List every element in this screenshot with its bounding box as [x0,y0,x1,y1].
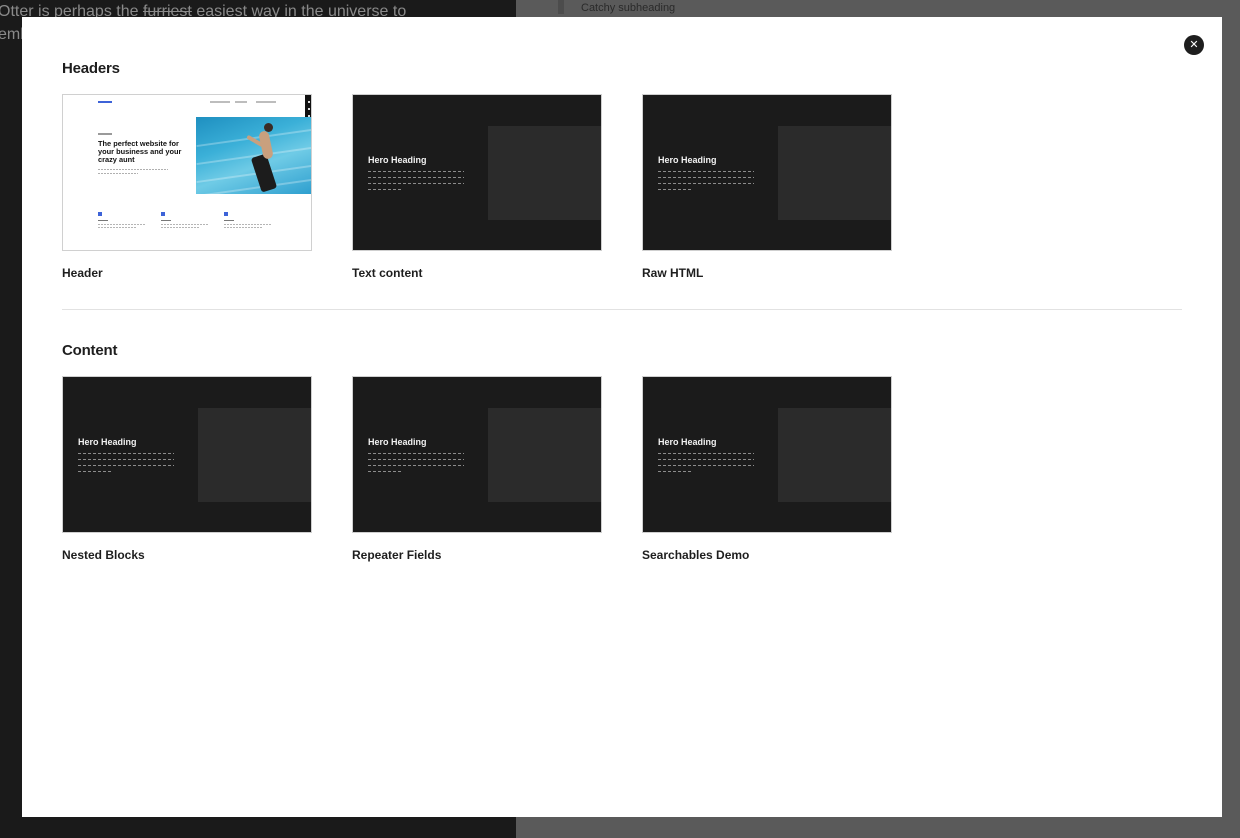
block-label: Repeater Fields [352,548,442,562]
block-label: Header [62,266,103,280]
block-card-searchables-demo[interactable]: Hero Heading Searchables Demo [642,376,892,562]
section-headers: Headers The perfect website for your bus… [62,60,892,280]
background-handle [558,0,564,14]
preview-hero-image [778,126,891,220]
block-card-repeater-fields[interactable]: Hero Heading Repeater Fields [352,376,602,562]
close-icon: ✕ [1189,38,1199,51]
preview-hero-text [658,453,754,477]
preview-diver-photo [196,117,311,194]
close-button[interactable]: ✕ [1184,35,1204,55]
preview-subtext [98,169,168,177]
preview-headline: The perfect website for your business an… [98,139,182,164]
preview-hero-image [488,408,601,502]
block-card-nested-blocks[interactable]: Hero Heading Nested Blocks [62,376,312,562]
block-grid: Hero Heading Nested Blocks Hero Heading … [62,376,902,566]
background-subheading: Catchy subheading [581,2,676,14]
block-grid: The perfect website for your business an… [62,94,902,284]
preview-hero-image [488,126,601,220]
block-preview-thumbnail: Hero Heading [352,94,602,251]
preview-hero-image [778,408,891,502]
block-preview-thumbnail: Hero Heading [642,376,892,533]
block-preview-thumbnail: Hero Heading [62,376,312,533]
preview-hero-image [198,408,311,502]
block-preview-thumbnail: The perfect website for your business an… [62,94,312,251]
preview-hero-heading: Hero Heading [658,155,717,165]
preview-nav-item [210,101,230,103]
preview-hero-heading: Hero Heading [658,437,717,447]
preview-hero-text [658,171,754,195]
preview-nav-item [235,101,247,103]
preview-hero-heading: Hero Heading [368,437,427,447]
block-card-raw-html[interactable]: Hero Heading Raw HTML [642,94,892,280]
block-label: Raw HTML [642,266,704,280]
preview-feature [98,212,146,230]
block-card-header[interactable]: The perfect website for your business an… [62,94,312,280]
preview-logo [98,101,112,103]
block-card-text-content[interactable]: Hero Heading Text content [352,94,602,280]
preview-hero-text [368,453,464,477]
block-label: Text content [352,266,423,280]
preview-hero-text [78,453,174,477]
block-label: Nested Blocks [62,548,145,562]
preview-nav-item [256,101,276,103]
preview-hero-heading: Hero Heading [368,155,427,165]
preview-hero-heading: Hero Heading [78,437,137,447]
block-preview-thumbnail: Hero Heading [352,376,602,533]
block-preview-thumbnail: Hero Heading [642,94,892,251]
section-title: Headers [62,60,120,77]
preview-feature [161,212,209,230]
block-picker-modal: ✕ Headers The perfect website for your b… [22,17,1222,817]
preview-kicker [98,133,112,135]
section-content: Content Hero Heading Nested Blocks Hero … [62,342,892,562]
block-label: Searchables Demo [642,548,750,562]
preview-feature [224,212,272,230]
section-divider [62,309,1182,310]
preview-hero-text [368,171,464,195]
section-title: Content [62,342,118,359]
